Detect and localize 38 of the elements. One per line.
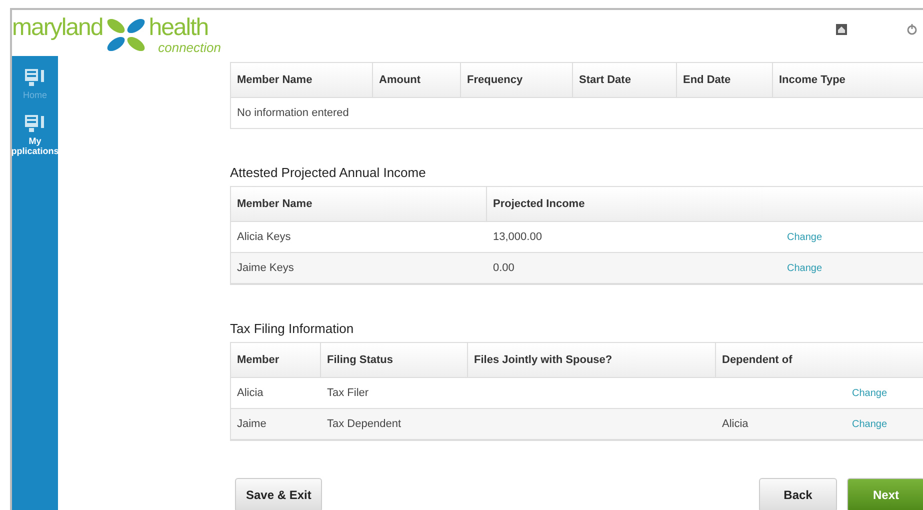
logo-icon [104, 16, 147, 54]
column-header: Member Name [231, 187, 487, 222]
column-header: Amount [373, 63, 461, 98]
column-header: Member Name [231, 63, 373, 98]
power-icon[interactable] [907, 24, 917, 35]
section-title: Attested Projected Annual Income [230, 165, 427, 180]
table-cell-text: Tax Filer [326, 386, 370, 401]
logo-text: connection [158, 40, 221, 55]
logo-text: health [148, 14, 208, 42]
change-link[interactable]: Change [787, 232, 822, 242]
column-header: Member [231, 343, 321, 378]
monitor-icon [24, 114, 46, 134]
empty-message: No information entered [237, 107, 349, 119]
table-cell-text: Alicia Keys [236, 230, 292, 245]
table-cell-text: Jaime [236, 417, 268, 432]
next-button[interactable]: Next [847, 478, 923, 510]
home-icon[interactable] [836, 24, 847, 35]
change-link[interactable]: Change [787, 262, 822, 274]
table-cell-text: Jaime Keys [236, 261, 295, 276]
table-cell-text: Tax Dependent [326, 417, 402, 432]
column-header: Files Jointly with Spouse? [468, 343, 716, 378]
change-link[interactable]: Change [852, 388, 888, 398]
monitor-icon [24, 68, 46, 88]
column-header: Filing Status [321, 343, 468, 378]
table-cell-text: 0.00 [492, 261, 516, 276]
column-header: End Date [677, 63, 773, 98]
change-link[interactable]: Change [852, 418, 888, 430]
column-header: Start Date [573, 63, 677, 98]
save-exit-button[interactable]: Save & Exit [235, 478, 322, 510]
table-cell-text: 13,000.00 [492, 230, 543, 245]
table-cell-text: Alicia [721, 417, 750, 432]
column-header: Frequency [461, 63, 573, 98]
section-title: Tax Filing Information [230, 321, 355, 336]
back-button[interactable]: Back [759, 478, 837, 510]
sidebar-item[interactable]: My pplications [12, 136, 59, 156]
table-cell-text: Alicia [236, 386, 264, 401]
sidebar-item[interactable]: Home [22, 90, 47, 100]
logo-text: maryland [12, 14, 103, 42]
